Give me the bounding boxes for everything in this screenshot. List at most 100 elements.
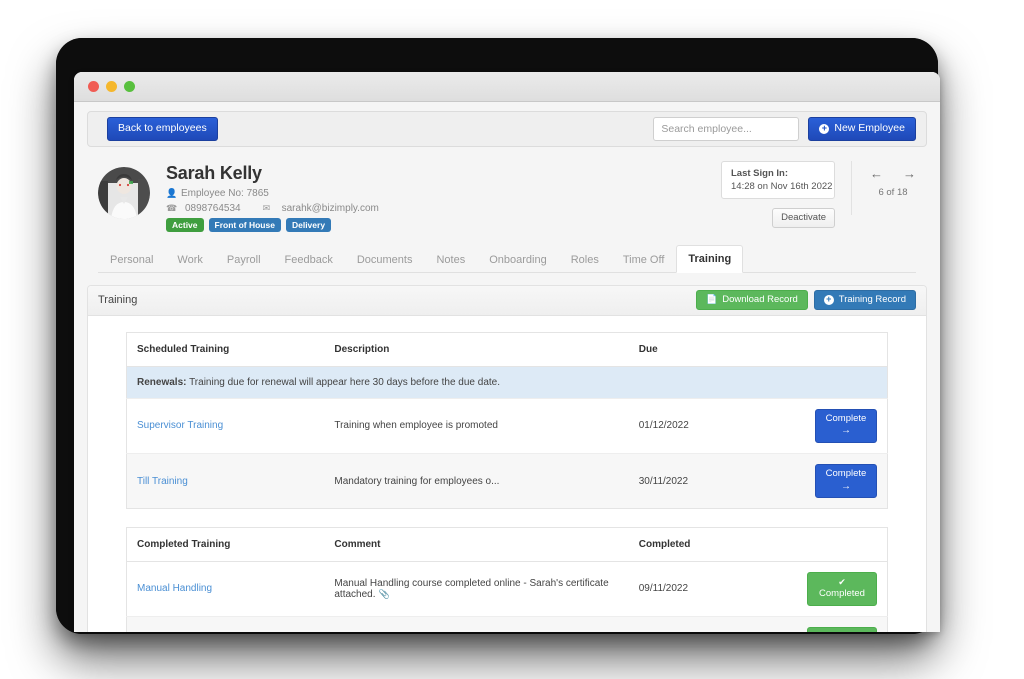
col-header-completed: Completed [629, 528, 781, 562]
tab-personal[interactable]: Personal [98, 246, 165, 273]
completed-status-button[interactable]: ✔ Completed [807, 627, 877, 632]
complete-label: Complete [826, 468, 867, 479]
col-header-due: Due [629, 332, 781, 366]
role-badge: Delivery [286, 218, 331, 232]
arrow-right-icon: → [816, 425, 876, 437]
maximize-icon[interactable] [124, 81, 135, 92]
training-link-supervisor-training[interactable]: Supervisor Training [137, 420, 223, 431]
training-record-label: Training Record [839, 295, 906, 305]
training-link-manual-handling[interactable]: Manual Handling [137, 583, 212, 594]
check-circle-icon: ✔ [808, 577, 876, 587]
scheduled-description-cell: Training when employee is promoted [324, 398, 628, 453]
training-link-till-training[interactable]: Till Training [137, 476, 188, 487]
renewals-notice-label: Renewals: [137, 377, 186, 388]
deactivate-wrap: Deactivate [721, 208, 835, 228]
completed-date-cell: 09/11/2022 [629, 562, 781, 616]
completed-status-button[interactable]: ✔ Completed [807, 572, 877, 605]
training-panel-actions: 📄 Download Record + Training Record [696, 290, 916, 310]
prev-employee-arrow-icon[interactable]: ← [870, 167, 883, 180]
tab-notes[interactable]: Notes [424, 246, 477, 273]
new-employee-button[interactable]: + New Employee [808, 117, 916, 141]
scheduled-due-cell: 30/11/2022 [629, 453, 781, 508]
col-header-actions [781, 332, 888, 366]
training-panel-body: Scheduled Training Description Due Renew… [88, 316, 926, 633]
employee-info: Sarah Kelly 👤 Employee No: 7865 ☎ 089876… [166, 163, 379, 232]
completed-training-name-cell: Fire Safety Training [127, 616, 325, 632]
deactivate-label: Deactivate [781, 213, 826, 223]
deactivate-button[interactable]: Deactivate [772, 208, 835, 228]
col-header-comment: Comment [324, 528, 628, 562]
tab-roles[interactable]: Roles [559, 246, 611, 273]
plus-circle-icon: + [819, 124, 829, 134]
employee-header-right: Last Sign In: 14:28 on Nov 16th 2022 Dea… [721, 161, 916, 228]
employee-number: Employee No: 7865 [181, 188, 269, 199]
completed-action-cell: ✔ Completed [781, 562, 888, 616]
comment-text: Manual Handling course completed online … [334, 578, 608, 600]
tab-onboarding[interactable]: Onboarding [477, 246, 559, 273]
renewals-notice-text: Training due for renewal will appear her… [186, 377, 500, 388]
pager-arrows: ← → [870, 167, 916, 180]
employee-badges: Active Front of House Delivery [166, 218, 379, 232]
table-row: Till Training Mandatory training for emp… [127, 453, 888, 508]
close-icon[interactable] [88, 81, 99, 92]
completed-comment-cell: Mandatory training completed with manage… [324, 616, 628, 632]
scheduled-training-table: Scheduled Training Description Due Renew… [126, 332, 888, 510]
window-titlebar [74, 72, 940, 102]
complete-label: Complete [826, 413, 867, 424]
tab-feedback[interactable]: Feedback [273, 246, 345, 273]
tab-work[interactable]: Work [165, 246, 214, 273]
employee-header: Sarah Kelly 👤 Employee No: 7865 ☎ 089876… [74, 147, 940, 232]
tab-payroll[interactable]: Payroll [215, 246, 273, 273]
envelope-icon: ✉ [263, 203, 274, 214]
minimize-icon[interactable] [106, 81, 117, 92]
employee-email: sarahk@bizimply.com [282, 203, 379, 214]
user-icon: 👤 [166, 188, 177, 199]
col-header-actions [781, 528, 888, 562]
screenshot-stage: Back to employees + New Employee [0, 0, 1024, 679]
page-title: Sarah Kelly [166, 163, 379, 184]
tab-time-off[interactable]: Time Off [611, 246, 677, 273]
scheduled-action-cell: Complete → [781, 453, 888, 508]
pager-count: 6 of 18 [870, 187, 916, 198]
col-header-scheduled-training: Scheduled Training [127, 332, 325, 366]
arrow-right-icon: → [816, 481, 876, 493]
employee-contact-line: ☎ 0898764534 ✉ sarahk@bizimply.com [166, 203, 379, 214]
completed-comment-cell: Manual Handling course completed online … [324, 562, 628, 616]
complete-button[interactable]: Complete → [815, 464, 877, 498]
completed-label: Completed [819, 588, 865, 599]
table-spacer [126, 509, 888, 527]
completed-training-table: Completed Training Comment Completed Man… [126, 527, 888, 632]
complete-button[interactable]: Complete → [815, 409, 877, 443]
table-row: Fire Safety Training Mandatory training … [127, 616, 888, 632]
download-icon: 📄 [706, 295, 717, 305]
search-input[interactable] [653, 117, 799, 141]
completed-training-name-cell: Manual Handling [127, 562, 325, 616]
department-badge: Front of House [209, 218, 281, 232]
download-record-label: Download Record [722, 295, 798, 305]
table-row: Supervisor Training Training when employ… [127, 398, 888, 453]
training-record-button[interactable]: + Training Record [814, 290, 916, 310]
tab-training[interactable]: Training [676, 245, 743, 273]
employee-tabs: Personal Work Payroll Feedback Documents… [98, 244, 916, 273]
top-toolbar: Back to employees + New Employee [87, 111, 927, 147]
scheduled-action-cell: Complete → [781, 398, 888, 453]
scheduled-due-cell: 01/12/2022 [629, 398, 781, 453]
download-record-button[interactable]: 📄 Download Record [696, 290, 808, 310]
last-signin-value: 14:28 on Nov 16th 2022 [731, 181, 825, 192]
app-page: Back to employees + New Employee [74, 102, 940, 632]
last-signin-box: Last Sign In: 14:28 on Nov 16th 2022 [721, 161, 835, 199]
last-signin-column: Last Sign In: 14:28 on Nov 16th 2022 Dea… [721, 161, 835, 228]
table-header-row: Completed Training Comment Completed [127, 528, 888, 562]
new-employee-label: New Employee [834, 123, 905, 135]
back-to-employees-button[interactable]: Back to employees [107, 117, 218, 141]
employee-pager: ← → 6 of 18 [851, 161, 916, 215]
scheduled-training-name-cell: Supervisor Training [127, 398, 325, 453]
training-panel: Training 📄 Download Record + Training Re… [87, 285, 927, 633]
next-employee-arrow-icon[interactable]: → [903, 167, 916, 180]
back-to-employees-label: Back to employees [118, 123, 207, 135]
training-panel-title: Training [98, 294, 137, 306]
tab-documents[interactable]: Documents [345, 246, 425, 273]
completed-action-cell: ✔ Completed [781, 616, 888, 632]
scheduled-description-cell: Mandatory training for employees o... [324, 453, 628, 508]
paperclip-icon[interactable]: 📎 [379, 589, 390, 600]
